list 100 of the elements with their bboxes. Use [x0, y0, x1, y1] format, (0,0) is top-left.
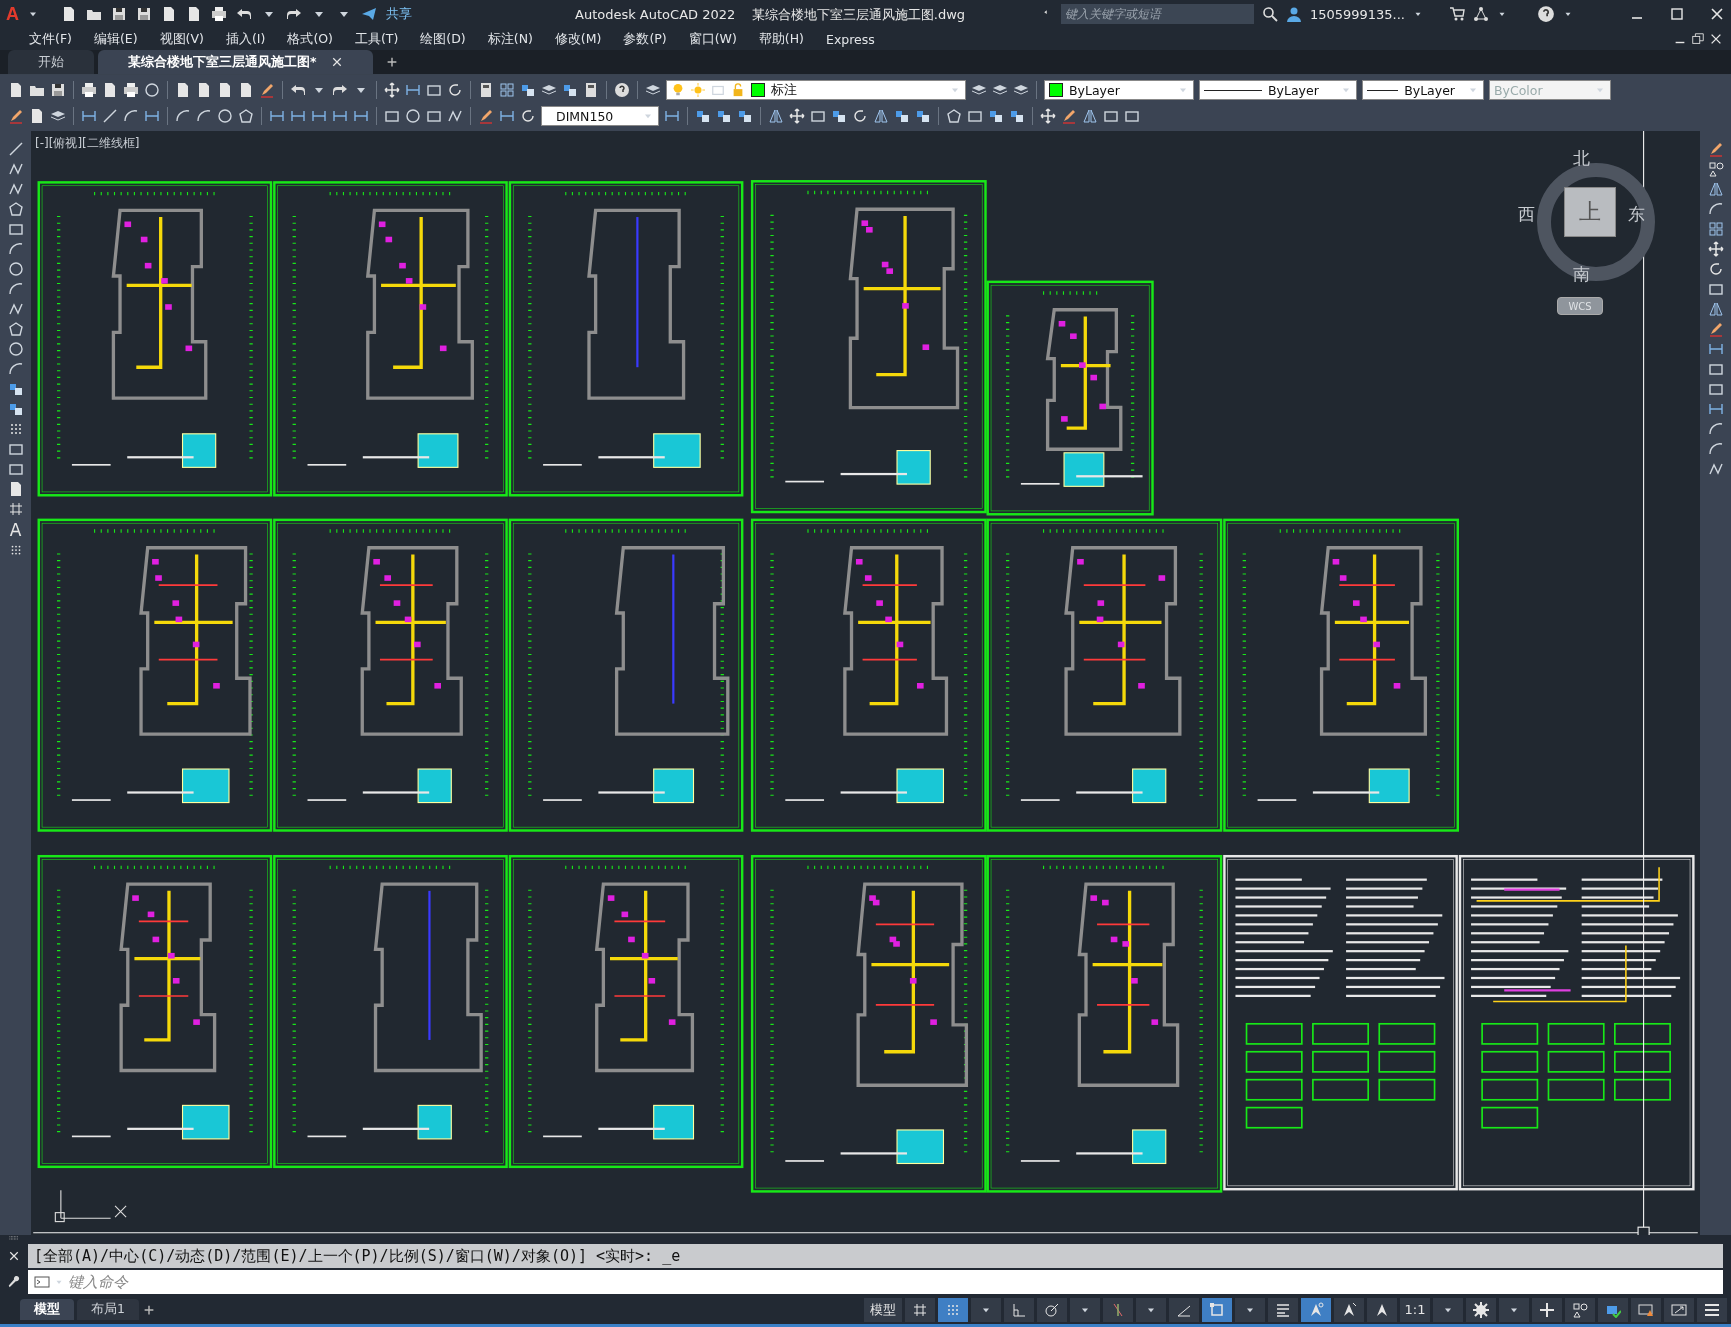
restore-icon[interactable] [1691, 32, 1706, 46]
printer-icon[interactable] [81, 82, 97, 98]
new-document-icon[interactable] [102, 82, 118, 98]
line-icon[interactable] [102, 108, 118, 124]
move-icon[interactable] [1040, 108, 1056, 124]
close-icon[interactable] [330, 56, 343, 68]
viewcube-face[interactable]: 上 [1564, 187, 1616, 237]
pencil-icon[interactable] [1707, 321, 1724, 337]
annotation-toggle[interactable] [1334, 1297, 1364, 1322]
polyline-icon[interactable] [7, 161, 24, 177]
tracking-toggle[interactable] [1103, 1297, 1133, 1322]
rectangle-icon[interactable] [426, 82, 442, 98]
move-icon[interactable] [384, 82, 400, 98]
search-icon[interactable] [1261, 6, 1278, 22]
layout-tab[interactable]: 布局1 [77, 1299, 139, 1320]
menu-item[interactable]: Express [815, 31, 886, 47]
block-icon[interactable] [1009, 108, 1025, 124]
mirror-icon[interactable] [1082, 108, 1098, 124]
fullscreen-icon[interactable] [1671, 1301, 1687, 1318]
help-icon[interactable] [1537, 5, 1555, 23]
file-tab[interactable]: 开始 [8, 50, 94, 74]
linetype-dropdown[interactable]: ByLayer [1199, 80, 1357, 100]
rectangle-icon[interactable] [7, 221, 24, 237]
user-icon[interactable] [1285, 6, 1302, 22]
menu-item[interactable]: 视图(V) [148, 30, 215, 48]
circle-icon[interactable] [405, 108, 421, 124]
block-icon[interactable] [695, 108, 711, 124]
dimension-icon[interactable] [269, 108, 285, 124]
redo-icon[interactable] [332, 82, 348, 98]
block-icon[interactable] [7, 381, 24, 397]
menu-item[interactable]: 标注(N) [476, 30, 544, 48]
polygon-icon[interactable] [946, 108, 962, 124]
block-icon[interactable] [716, 108, 732, 124]
new-document-icon[interactable] [61, 6, 77, 22]
wrench-icon[interactable] [7, 1275, 21, 1289]
settings-icon[interactable] [1473, 1301, 1489, 1318]
block-icon[interactable] [737, 108, 753, 124]
compass-label[interactable]: 南 [1573, 263, 1590, 286]
rectangle-icon[interactable] [1707, 361, 1724, 377]
color-dropdown[interactable]: ByLayer [1044, 80, 1194, 100]
dot-grid-toggle[interactable] [938, 1297, 968, 1322]
rectangle-icon[interactable] [1124, 108, 1140, 124]
redo-icon[interactable] [286, 6, 302, 22]
menu-item[interactable]: 编辑(E) [82, 30, 149, 48]
triad-icon[interactable] [1473, 6, 1489, 22]
array-icon[interactable] [1707, 221, 1724, 237]
shapes-icon[interactable] [1707, 161, 1724, 177]
rectangle-icon[interactable] [1707, 281, 1724, 297]
circle-icon[interactable] [7, 261, 24, 277]
object-snap-toggle[interactable] [1202, 1297, 1232, 1322]
menu-item[interactable]: 格式(O) [276, 30, 344, 48]
polar-toggle[interactable] [1037, 1297, 1067, 1322]
menu-item[interactable]: 参数(P) [612, 30, 678, 48]
rectangle-icon[interactable] [384, 108, 400, 124]
compass-label[interactable]: 北 [1573, 147, 1590, 170]
calculator-icon[interactable] [583, 82, 599, 98]
ortho-toggle[interactable] [1004, 1297, 1034, 1322]
paper-plane-icon[interactable] [361, 6, 377, 22]
close-icon[interactable] [1709, 6, 1725, 22]
command-field[interactable]: 键入命令 [64, 1270, 1723, 1294]
scale-button[interactable]: 1:1 [1400, 1297, 1430, 1322]
polyline-icon[interactable] [7, 181, 24, 197]
menu-item[interactable]: 文件(F) [18, 30, 83, 48]
pencil-icon[interactable] [1707, 141, 1724, 157]
text-tool[interactable]: A [9, 521, 22, 539]
arc-icon[interactable] [7, 361, 24, 377]
file-tab[interactable]: 某综合楼地下室三层通风施工图* [98, 50, 373, 74]
polyline-icon[interactable] [1707, 461, 1724, 477]
block-icon[interactable] [915, 108, 931, 124]
pencil-icon[interactable] [478, 108, 494, 124]
new-document-icon[interactable] [161, 6, 177, 22]
arc-icon[interactable] [1707, 421, 1724, 437]
pencil-icon[interactable] [1061, 108, 1077, 124]
save-icon[interactable] [111, 6, 127, 22]
arc-icon[interactable] [123, 108, 139, 124]
polyline-icon[interactable] [7, 301, 24, 317]
user-name[interactable]: 1505999135... [1309, 6, 1405, 22]
move-icon[interactable] [789, 108, 805, 124]
dimension-icon[interactable] [499, 108, 515, 124]
space-button[interactable]: 模型 [864, 1297, 902, 1322]
dimension-icon[interactable] [311, 108, 327, 124]
help-icon[interactable] [614, 82, 630, 98]
arc-icon[interactable] [7, 241, 24, 257]
menu-item[interactable]: 绘图(D) [409, 30, 477, 48]
rectangle-icon[interactable] [810, 108, 826, 124]
grid-icon[interactable] [7, 501, 24, 517]
annotation-toggle[interactable] [1367, 1297, 1397, 1322]
viewport-label[interactable]: [-][俯视][二维线框] [35, 135, 140, 152]
angle-toggle[interactable] [1169, 1297, 1199, 1322]
new-document-icon[interactable] [186, 6, 202, 22]
rectangle-icon[interactable] [967, 108, 983, 124]
new-document-icon[interactable] [196, 82, 212, 98]
save-icon[interactable] [136, 6, 152, 22]
shapes-icon[interactable] [1572, 1301, 1588, 1318]
move-icon[interactable] [1707, 241, 1724, 257]
save-icon[interactable] [50, 82, 66, 98]
rectangle-icon[interactable] [7, 441, 24, 457]
arc-icon[interactable] [7, 281, 24, 297]
calculator-icon[interactable] [478, 82, 494, 98]
layout-tab[interactable]: 模型 [20, 1299, 74, 1320]
